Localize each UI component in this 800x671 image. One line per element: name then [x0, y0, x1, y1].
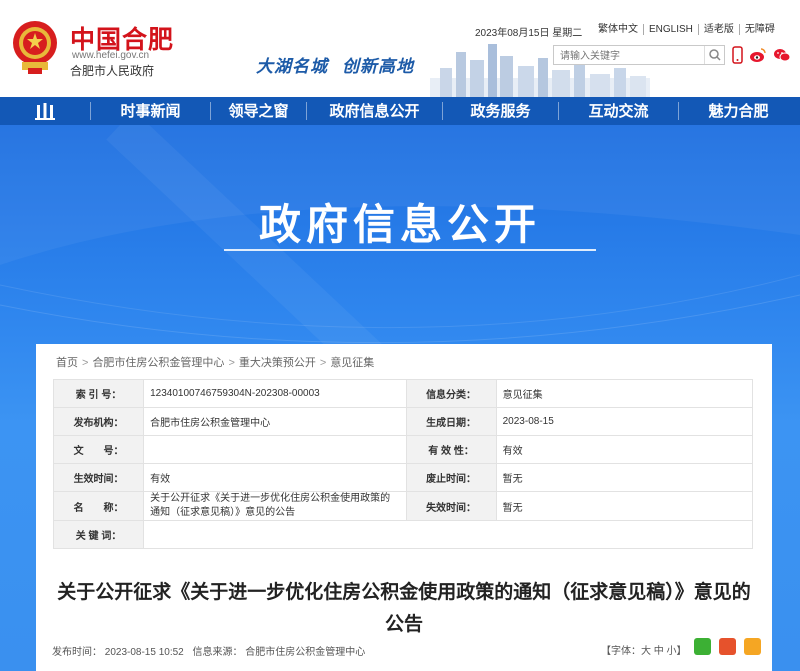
top-links: 繁体中文 ENGLISH 适老版 无障碍 — [598, 24, 780, 35]
site-subtitle: 合肥市人民政府 — [70, 64, 155, 78]
repeal-value: 暂无 — [495, 463, 754, 492]
category-label: 信息分类： — [405, 379, 497, 408]
nav-gov-info[interactable]: 政府信息公开 — [306, 102, 442, 120]
link-accessibility[interactable]: 无障碍 — [738, 24, 780, 35]
weibo-icon[interactable] — [749, 46, 767, 64]
current-date: 2023年08月15日 星期二 — [475, 28, 583, 39]
validity-value: 有效 — [495, 435, 754, 464]
breadcrumb-separator: > — [82, 357, 89, 369]
category-value: 意见征集 — [495, 379, 754, 408]
info-source: 信息来源： 合肥市住房公积金管理中心 — [192, 647, 366, 658]
banner-title: 政府信息公开 — [258, 200, 541, 249]
site-url: www.hefei.gov.cn — [72, 50, 150, 61]
search-box — [553, 45, 725, 66]
share-buttons — [694, 638, 761, 655]
banner-underline — [224, 249, 596, 251]
index-label: 索 引 号： — [52, 379, 145, 408]
breadcrumb-opinion[interactable]: 意见征集 — [330, 357, 374, 369]
nav-interaction[interactable]: 互动交流 — [558, 102, 678, 120]
article-title: 关于公开征求《关于进一步优化住房公积金使用政策的通知（征求意见稿）》意见的公告 — [57, 581, 751, 635]
share-wechat-icon[interactable] — [694, 638, 711, 655]
breadcrumb: 首页 > 合肥市住房公积金管理中心 > 重大决策预公开 > 意见征集 — [56, 354, 374, 370]
info-table: 索 引 号： 12340100746759304N-202308-00003 信… — [52, 379, 754, 549]
share-favorite-icon[interactable] — [744, 638, 761, 655]
effective-label: 生效时间： — [52, 463, 145, 492]
keywords-label: 关 键 词： — [52, 520, 145, 549]
share-weibo-icon[interactable] — [719, 638, 736, 655]
national-emblem-icon — [13, 21, 57, 74]
gen-date-label: 生成日期： — [405, 407, 497, 436]
breadcrumb-separator: > — [319, 357, 327, 369]
search-icon — [709, 49, 721, 61]
nav-news[interactable]: 时事新闻 — [90, 102, 210, 120]
keywords-value — [143, 520, 753, 549]
validity-label: 有 效 性： — [405, 435, 497, 464]
search-input[interactable] — [554, 47, 699, 66]
table-row: 发布机构： 合肥市住房公积金管理中心 生成日期： 2023-08-15 — [52, 407, 754, 436]
repeal-label: 废止时间： — [405, 463, 497, 492]
link-elderly-version[interactable]: 适老版 — [697, 24, 739, 35]
publisher-label: 发布机构： — [52, 407, 145, 436]
link-traditional-chinese[interactable]: 繁体中文 — [598, 24, 643, 35]
table-row: 名 称： 关于公开征求《关于进一步优化住房公积金使用政策的通知（征求意见稿）》意… — [52, 491, 754, 521]
breadcrumb-separator: > — [228, 357, 235, 369]
doc-no-value — [143, 435, 407, 464]
nav-gov-services[interactable]: 政务服务 — [442, 102, 558, 120]
name-label: 名 称： — [52, 491, 145, 521]
wechat-icon[interactable] — [773, 46, 791, 64]
search-button[interactable] — [704, 46, 724, 64]
doc-no-label: 文 号： — [52, 435, 145, 464]
publish-time: 发布时间： 2023-08-15 10:52 — [52, 647, 184, 658]
breadcrumb-center[interactable]: 合肥市住房公积金管理中心 — [92, 357, 224, 369]
index-value: 12340100746759304N-202308-00003 — [143, 379, 407, 408]
nav-charm-hefei[interactable]: 魅力合肥 — [678, 102, 798, 120]
content-card: 首页 > 合肥市住房公积金管理中心 > 重大决策预公开 > 意见征集 索 引 号： 1234… — [36, 344, 772, 671]
table-row: 生效时间： 有效 废止时间： 暂无 — [52, 463, 754, 492]
table-row: 文 号： 有 效 性： 有效 — [52, 435, 754, 464]
expire-label: 失效时间： — [405, 491, 497, 521]
nav-home[interactable] — [0, 97, 90, 125]
slogan-part-2: 创新高地 — [342, 57, 414, 77]
article-meta: 发布时间： 2023-08-15 10:52 信息来源： 合肥市住房公积金管理中… — [52, 643, 371, 658]
home-building-icon — [35, 103, 55, 120]
link-english[interactable]: ENGLISH — [643, 24, 698, 35]
city-slogan: 大湖名城 创新高地 — [256, 52, 428, 77]
site-header: 中国合肥 www.hefei.gov.cn 合肥市人民政府 大湖名城 创新高地 2… — [0, 0, 800, 97]
breadcrumb-decision[interactable]: 重大决策预公开 — [239, 357, 316, 369]
gen-date-value: 2023-08-15 — [495, 407, 754, 436]
table-row: 索 引 号： 12340100746759304N-202308-00003 信… — [52, 379, 754, 408]
slogan-part-1: 大湖名城 — [256, 57, 328, 77]
social-links — [732, 46, 791, 64]
breadcrumb-home[interactable]: 首页 — [56, 357, 78, 369]
main-nav: 时事新闻 领导之窗 政府信息公开 政务服务 互动交流 魅力合肥 — [0, 97, 800, 125]
publisher-value: 合肥市住房公积金管理中心 — [143, 407, 407, 436]
name-value: 关于公开征求《关于进一步优化住房公积金使用政策的通知（征求意见稿）》意见的公告 — [143, 491, 407, 521]
font-size-control[interactable]: 【字体：大 中 小】 — [601, 642, 687, 657]
expire-value: 暂无 — [495, 491, 754, 521]
effective-value: 有效 — [143, 463, 407, 492]
mobile-icon[interactable] — [732, 46, 743, 64]
table-row: 关 键 词： — [52, 520, 753, 549]
nav-leaders[interactable]: 领导之窗 — [210, 102, 306, 120]
